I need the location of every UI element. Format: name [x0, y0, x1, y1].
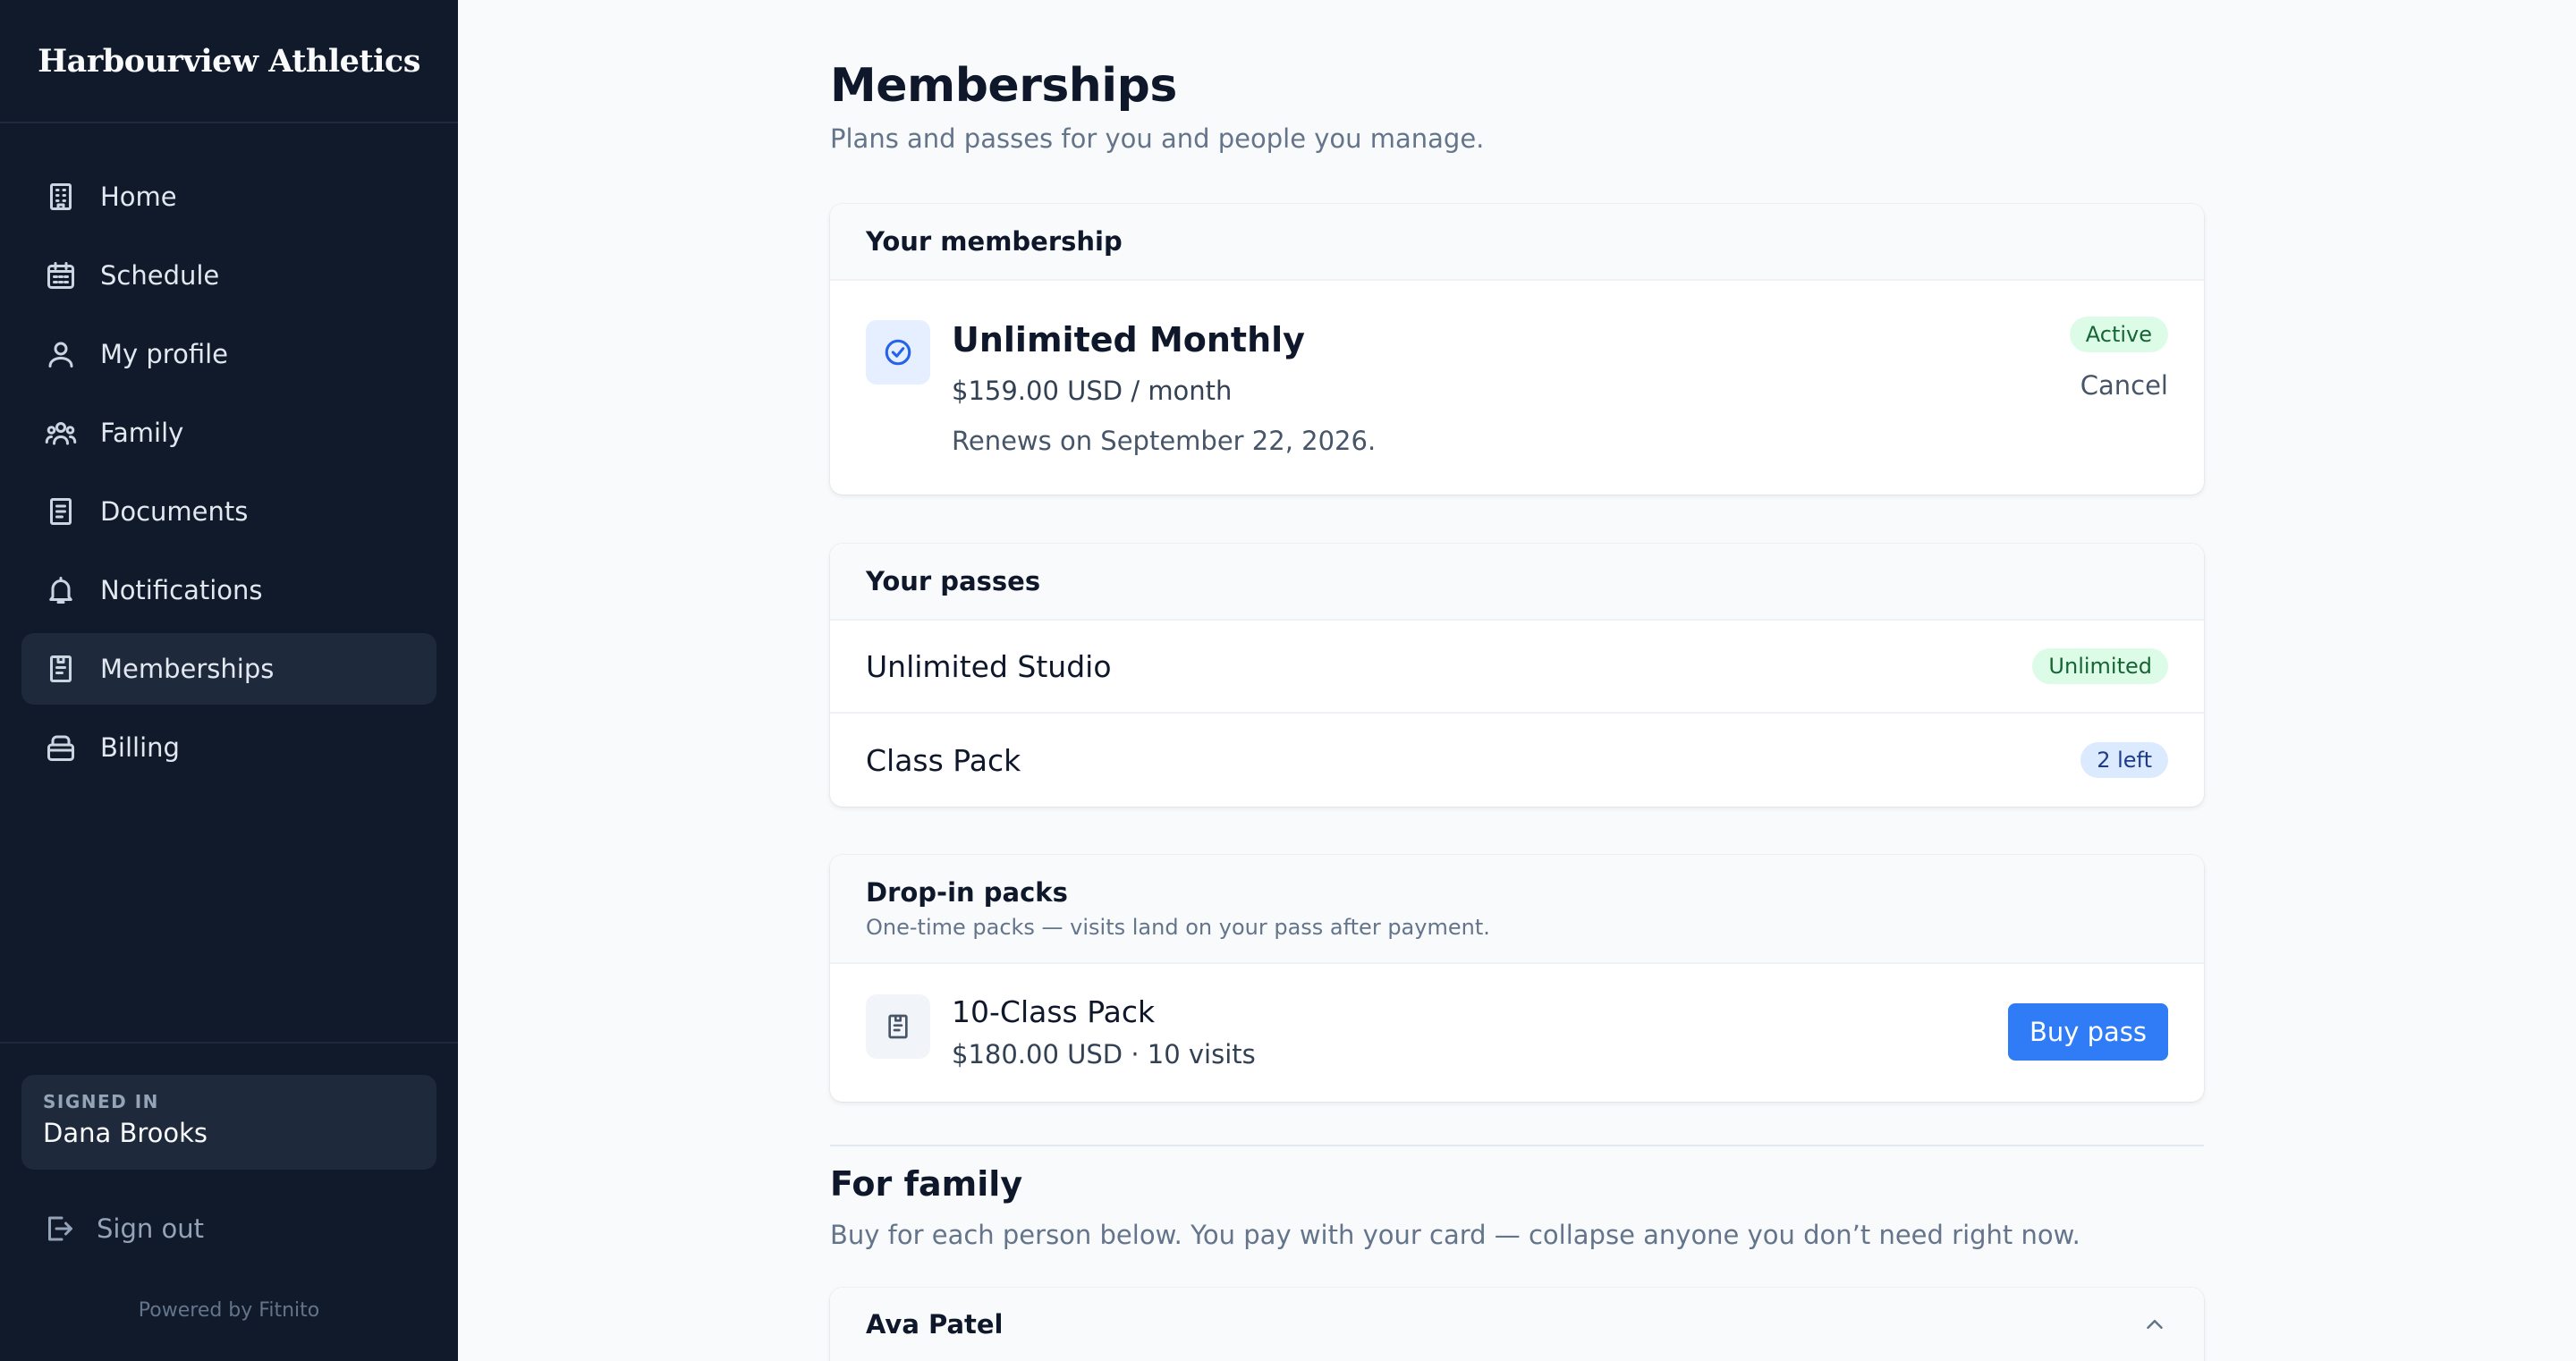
- membership-card-header: Your membership: [830, 204, 2204, 281]
- family-subtitle: Buy for each person below. You pay with …: [830, 1220, 2080, 1250]
- check-badge-icon: [866, 320, 930, 385]
- sidebar-item-label: Notifications: [100, 575, 263, 605]
- passes-card: Your passes Unlimited Studio Unlimited C…: [830, 544, 2204, 807]
- bell-icon: [43, 572, 79, 608]
- document-icon: [43, 494, 79, 529]
- page-subtitle: Plans and passes for you and people you …: [830, 123, 1485, 154]
- users-icon: [43, 415, 79, 451]
- cancel-button[interactable]: Cancel: [2080, 370, 2168, 401]
- brand: Harbourview Athletics: [0, 0, 458, 123]
- pass-row: Class Pack 2 left: [830, 714, 2204, 807]
- sidebar-item-label: Billing: [100, 732, 180, 763]
- sidebar: Harbourview Athletics Home Schedule My p…: [0, 0, 458, 1361]
- clipboard-icon: [43, 651, 79, 687]
- pass-name: Class Pack: [866, 742, 1021, 778]
- sidebar-item-documents[interactable]: Documents: [21, 476, 436, 547]
- pack-meta: $180.00 USD · 10 visits: [952, 1039, 1256, 1069]
- wallet-icon: [43, 730, 79, 765]
- brand-name[interactable]: Harbourview Athletics: [38, 43, 420, 80]
- drop-in-card-header: Drop-in packs One-time packs — visits la…: [830, 855, 2204, 964]
- family-member-card: Ava Patel: [830, 1288, 2204, 1361]
- pass-row: Unlimited Studio Unlimited: [830, 621, 2204, 714]
- sidebar-item-label: Schedule: [100, 260, 220, 291]
- signed-in-name: Dana Brooks: [43, 1118, 208, 1148]
- user-icon: [43, 336, 79, 372]
- chevron-up-icon[interactable]: [2141, 1311, 2168, 1338]
- sidebar-item-memberships[interactable]: Memberships: [21, 633, 436, 705]
- sidebar-item-label: Documents: [100, 496, 249, 527]
- sidebar-item-label: Memberships: [100, 654, 275, 684]
- passes-heading: Your passes: [866, 566, 1041, 596]
- membership-card: Your membership Unlimited Monthly $159.0…: [830, 204, 2204, 495]
- sign-out-icon: [48, 1216, 72, 1241]
- drop-in-pack: 10-Class Pack $180.00 USD · 10 visits Bu…: [830, 964, 2204, 1102]
- sidebar-footer: SIGNED IN Dana Brooks Sign out Powered b…: [0, 1042, 458, 1322]
- powered-by: Powered by Fitnito: [138, 1299, 320, 1322]
- pack-name: 10-Class Pack: [952, 994, 1156, 1029]
- signed-in-label: SIGNED IN: [43, 1091, 159, 1112]
- section-divider: [830, 1145, 2204, 1146]
- sidebar-item-billing[interactable]: Billing: [21, 712, 436, 783]
- page-title: Memberships: [830, 59, 1177, 113]
- pass-badge: 2 left: [2080, 742, 2168, 778]
- sidebar-item-family[interactable]: Family: [21, 397, 436, 469]
- buy-pass-button[interactable]: Buy pass: [2007, 1003, 2168, 1061]
- building-icon: [43, 179, 79, 215]
- family-member-header[interactable]: Ava Patel: [830, 1288, 2204, 1361]
- drop-in-card: Drop-in packs One-time packs — visits la…: [830, 855, 2204, 1102]
- membership-heading: Your membership: [866, 226, 1123, 257]
- sign-out-button[interactable]: Sign out: [43, 1202, 204, 1255]
- clipboard-icon: [866, 994, 930, 1059]
- status-badge: Active: [2069, 317, 2168, 352]
- sidebar-item-label: Home: [100, 182, 177, 212]
- sign-out-label: Sign out: [97, 1213, 204, 1244]
- sidebar-item-my-profile[interactable]: My profile: [21, 318, 436, 390]
- pass-badge: Unlimited: [2032, 648, 2168, 684]
- family-member-name: Ava Patel: [866, 1309, 1004, 1340]
- sidebar-item-schedule[interactable]: Schedule: [21, 240, 436, 311]
- signed-in-card: SIGNED IN Dana Brooks: [21, 1075, 436, 1170]
- family-title: For family: [830, 1164, 1023, 1204]
- sidebar-item-label: My profile: [100, 339, 229, 369]
- membership-body: Unlimited Monthly $159.00 USD / month Re…: [830, 281, 2204, 495]
- pass-name: Unlimited Studio: [866, 648, 1112, 684]
- drop-in-description: One-time packs — visits land on your pas…: [866, 915, 1490, 940]
- sidebar-item-home[interactable]: Home: [21, 161, 436, 232]
- plan-name: Unlimited Monthly: [952, 320, 1305, 359]
- plan-renewal: Renews on September 22, 2026.: [952, 426, 1377, 456]
- sidebar-item-label: Family: [100, 418, 184, 448]
- sidebar-nav: Home Schedule My profile Family Document…: [21, 161, 436, 790]
- calendar-icon: [43, 258, 79, 293]
- drop-in-heading: Drop-in packs: [866, 877, 1068, 908]
- passes-card-header: Your passes: [830, 544, 2204, 621]
- plan-price: $159.00 USD / month: [952, 376, 1233, 406]
- sidebar-item-notifications[interactable]: Notifications: [21, 554, 436, 626]
